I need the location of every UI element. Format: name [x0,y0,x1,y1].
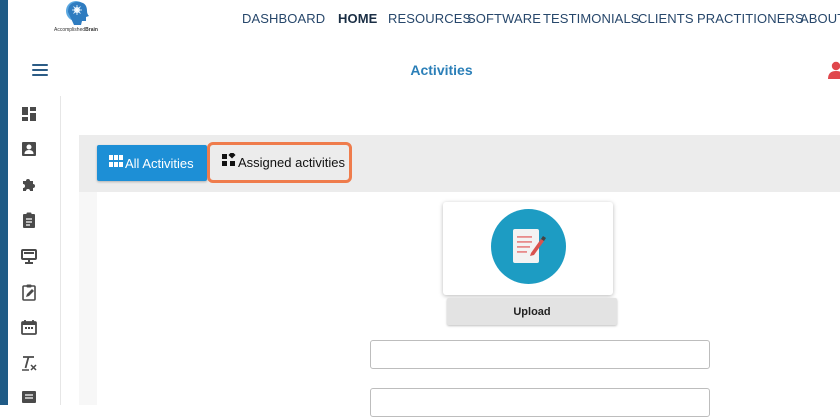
nav-dashboard[interactable]: DASHBOARD [242,11,325,26]
nav-clients[interactable]: CLIENTS [638,11,694,26]
clipboard-edit-icon[interactable] [20,283,38,301]
activity-field-2[interactable] [370,388,710,417]
calendar-icon[interactable] [20,318,38,336]
nav-testimonials[interactable]: TESTIMONIALS [543,11,640,26]
document-edit-icon[interactable] [491,209,566,284]
nav-resources[interactable]: RESOURCES [388,11,471,26]
message-icon[interactable] [20,389,38,407]
dashboard-icon[interactable] [20,105,38,123]
tab-assigned-activities[interactable]: Assigned activities [207,142,352,183]
nav-home[interactable]: HOME [338,11,377,26]
user-icon[interactable] [826,60,840,80]
logo-text: AccomplishedBrain [54,27,98,33]
tab-assigned-activities-label: Assigned activities [238,155,345,170]
left-edge-strip [0,0,8,405]
hamburger-menu-icon[interactable] [32,64,48,76]
clipboard-icon[interactable] [20,211,38,229]
monitor-icon[interactable] [20,247,38,265]
widgets-icon [222,151,236,172]
grid-view-icon [109,154,123,172]
puzzle-icon[interactable] [20,176,38,194]
sidebar [8,96,61,405]
clear-format-icon[interactable] [20,354,38,372]
page-title: Activities [410,62,473,78]
nav-software[interactable]: SOFTWARE [467,11,541,26]
nav-about[interactable]: ABOUT [800,11,840,26]
tab-all-activities-label: All Activities [125,155,194,171]
tab-all-activities[interactable]: All Activities [97,145,207,181]
upload-button[interactable]: Upload [447,298,617,325]
nav-practitioners[interactable]: PRACTITIONERS [697,11,804,26]
activity-field-1[interactable] [370,340,710,369]
contact-card-icon[interactable] [20,140,38,158]
